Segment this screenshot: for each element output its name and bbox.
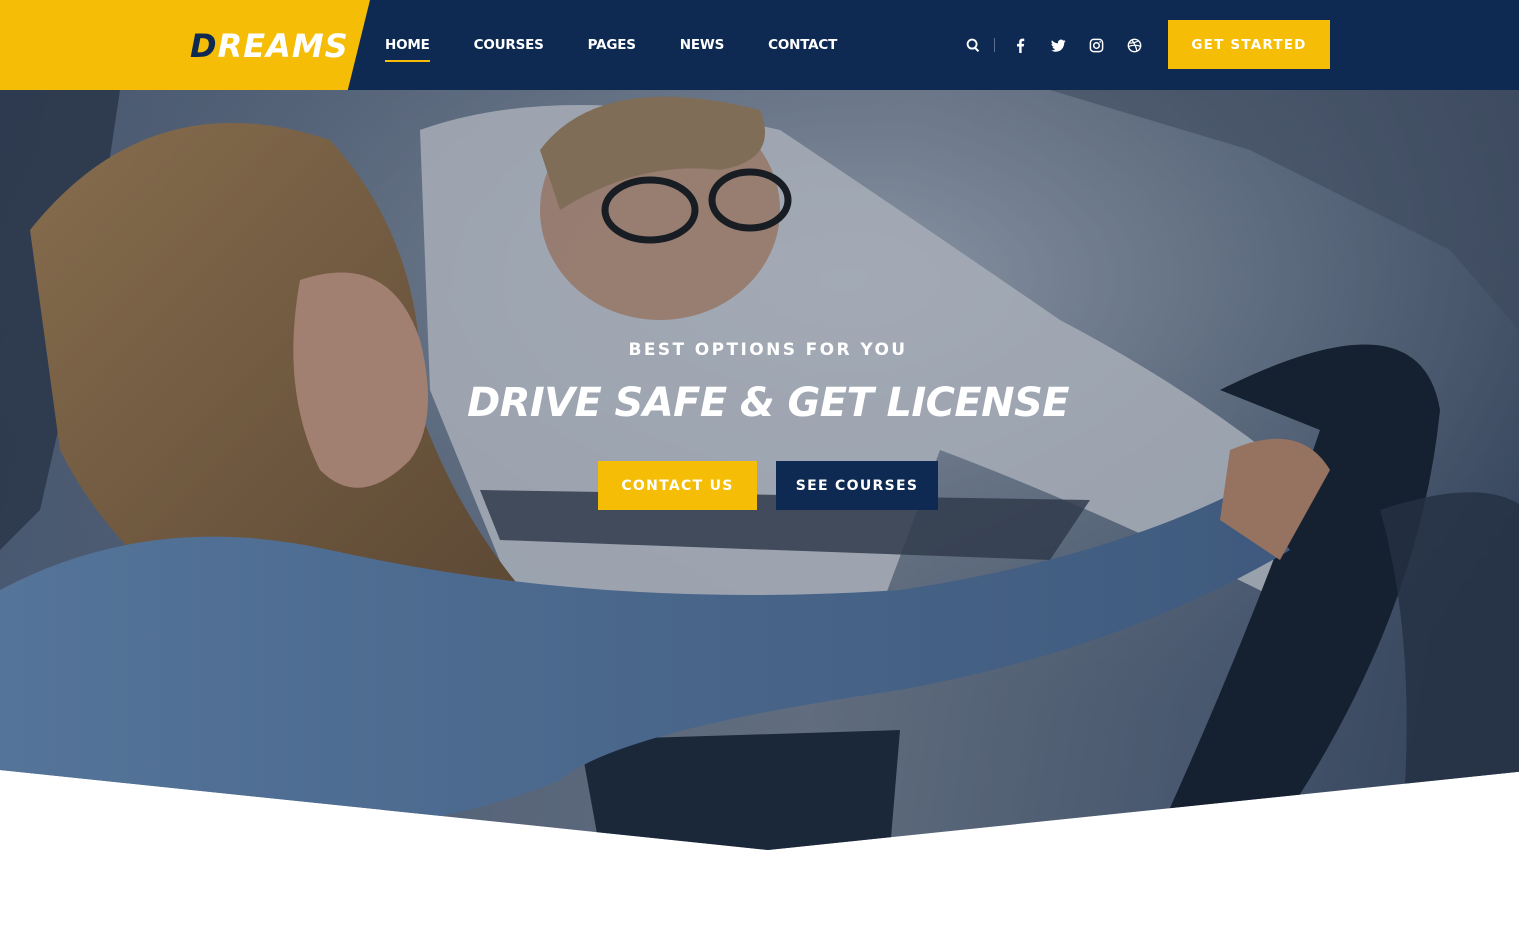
site-header: DREAMS HOME COURSES PAGES NEWS CONTACT G… — [0, 0, 1519, 90]
icon-divider — [994, 38, 995, 52]
twitter-icon[interactable] — [1047, 34, 1069, 56]
main-nav: HOME COURSES PAGES NEWS CONTACT — [385, 0, 881, 90]
dribbble-icon[interactable] — [1123, 34, 1145, 56]
instagram-icon[interactable] — [1085, 34, 1107, 56]
facebook-icon[interactable] — [1009, 34, 1031, 56]
hero-content: BEST OPTIONS FOR YOU DRIVE SAFE & GET LI… — [0, 90, 1536, 850]
nav-item-pages[interactable]: PAGES — [588, 37, 636, 53]
scrollbar[interactable] — [1519, 0, 1536, 942]
nav-item-contact[interactable]: CONTACT — [768, 37, 837, 53]
hero-headline: DRIVE SAFE & GET LICENSE — [467, 380, 1069, 426]
see-courses-button[interactable]: SEE COURSES — [776, 461, 938, 510]
header-icons — [962, 32, 1161, 58]
hero-section: BEST OPTIONS FOR YOU DRIVE SAFE & GET LI… — [0, 90, 1536, 850]
logo[interactable]: DREAMS — [190, 26, 349, 66]
hero-kicker: BEST OPTIONS FOR YOU — [628, 340, 908, 360]
nav-item-home[interactable]: HOME — [385, 37, 430, 62]
nav-item-news[interactable]: NEWS — [680, 37, 725, 53]
nav-item-courses[interactable]: COURSES — [474, 37, 544, 53]
get-started-button[interactable]: GET STARTED — [1168, 20, 1330, 69]
contact-us-button[interactable]: CONTACT US — [598, 461, 757, 510]
search-icon[interactable] — [962, 34, 984, 56]
